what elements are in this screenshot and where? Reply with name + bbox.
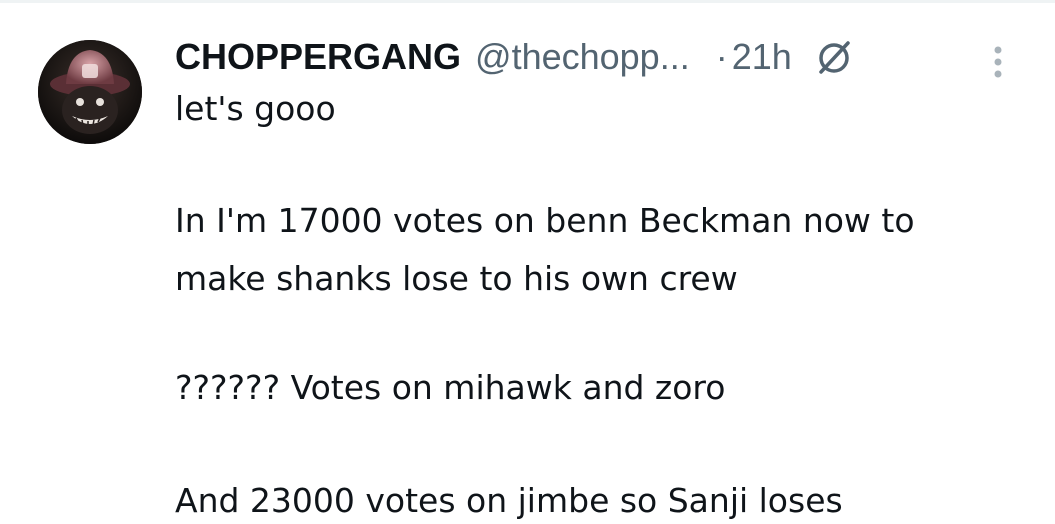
tweet-text-line: And 23000 votes on jimbe so Sanji loses bbox=[175, 481, 843, 520]
tweet-text-line: ?????? Votes on mihawk and zoro bbox=[175, 368, 726, 407]
display-name[interactable]: CHOPPERGANG bbox=[175, 36, 461, 78]
tweet-text-line: let's gooo bbox=[175, 89, 336, 128]
timestamp[interactable]: 21h bbox=[732, 36, 792, 78]
tweet-card[interactable]: CHOPPERGANG @thechopp... · 21h let's goo… bbox=[0, 0, 1055, 524]
profile-avatar[interactable] bbox=[38, 40, 142, 144]
avatar-image bbox=[38, 40, 142, 144]
separator-dot: · bbox=[715, 36, 728, 77]
tweet-text-line: make shanks lose to his own crew bbox=[175, 259, 738, 298]
tweet-text-line: In I'm 17000 votes on benn Beckman now t… bbox=[175, 201, 915, 240]
user-handle[interactable]: @thechopp... bbox=[475, 36, 690, 78]
grok-icon[interactable] bbox=[814, 37, 854, 77]
top-divider bbox=[0, 0, 1055, 3]
more-options-icon[interactable] bbox=[988, 40, 1008, 84]
tweet-header: CHOPPERGANG @thechopp... · 21h bbox=[175, 30, 854, 84]
